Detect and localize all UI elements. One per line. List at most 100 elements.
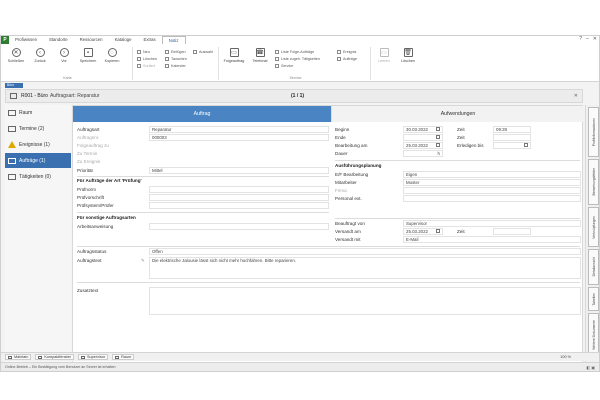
supervisor-button[interactable]: Supervisor xyxy=(77,354,109,360)
start-time-field[interactable]: 09:28 xyxy=(493,126,531,133)
tab-auftrag[interactable]: Auftrag xyxy=(73,106,331,122)
sent-on-field[interactable]: 25.03.2022 xyxy=(403,228,443,235)
service-button[interactable]: Service xyxy=(275,63,293,69)
side-tab-bemerkungsfelder[interactable]: Bemerkungsfelder xyxy=(588,159,599,205)
calendar-button[interactable]: Kalender xyxy=(165,63,186,69)
maintain-button[interactable]: Maintain xyxy=(5,354,32,360)
execution-type-field[interactable]: Eigen xyxy=(403,171,581,178)
divider xyxy=(77,282,580,283)
close-record-icon[interactable]: ✕ xyxy=(574,93,578,99)
end-date-field[interactable] xyxy=(403,134,443,141)
sidebar-item-auftraege[interactable]: Aufträge (1) xyxy=(5,153,71,168)
sent-time-field[interactable] xyxy=(493,228,531,235)
calendar-icon[interactable] xyxy=(524,143,528,147)
order-icon xyxy=(337,57,341,61)
menu-tab-ressourcen[interactable]: Ressourcen xyxy=(74,36,109,44)
insert-button[interactable]: Einfügen xyxy=(165,49,186,55)
calendar-icon[interactable] xyxy=(436,127,440,131)
follow-up-list-button[interactable]: Liste Folge-Aufträge xyxy=(275,49,314,55)
due-date-label: Erledigen bis xyxy=(457,143,484,148)
side-tab-tabellen[interactable]: Tabellen xyxy=(588,287,599,311)
menu-tab-profiwissen[interactable]: Profiwissen xyxy=(9,36,43,44)
clear-button[interactable]: ▭ Leeren xyxy=(373,48,395,68)
menu-tab-kataloge[interactable]: Kataloge xyxy=(109,36,138,44)
menu-tab-notiz[interactable]: Notiz xyxy=(161,36,186,44)
priority-field[interactable]: Mittel xyxy=(149,167,329,174)
event-button[interactable]: Ereignis xyxy=(337,49,356,55)
phone-call-button[interactable]: ☎ Telefonat xyxy=(249,48,271,68)
ribbon-group-label-service: Service xyxy=(289,76,302,80)
inspection-system-field[interactable] xyxy=(149,202,329,209)
compact-window-button[interactable]: Kompaktfenster xyxy=(35,354,74,360)
order-type-field[interactable]: Reparatur xyxy=(149,126,329,133)
maintain-icon xyxy=(8,355,12,359)
ribbon-group-edit: Neu Löschen Sortiert Einfügen Tauschen K… xyxy=(135,47,219,80)
external-staff-label: Personal ext. xyxy=(335,196,362,201)
calendar-icon[interactable] xyxy=(436,229,440,233)
planning-heading: Ausführungsplanung xyxy=(335,163,382,168)
inspection-system-label: Prüfsystem/Prüfer xyxy=(77,203,114,208)
delete-button[interactable]: 🗑 Löschen xyxy=(397,48,419,68)
side-tab-verknuepfungen[interactable]: Verknüpfungen xyxy=(588,207,599,247)
start-date-field[interactable]: 30.03.2022 xyxy=(403,126,443,133)
close-circle-icon: ✕ xyxy=(11,48,21,57)
right-side-tabs: Profilinformationen Bemerkungsfelder Ver… xyxy=(585,105,599,371)
sorted-button[interactable]: Sortiert xyxy=(137,63,155,69)
save-button[interactable]: ▪ Speichern xyxy=(77,48,99,68)
processing-date-label: Bearbeitung am xyxy=(335,143,368,148)
sent-with-field[interactable]: E-Mail xyxy=(403,236,581,243)
minimize-icon[interactable]: – xyxy=(586,36,589,42)
calendar-icon[interactable] xyxy=(436,135,440,139)
back-button[interactable]: ‹ Zurück xyxy=(29,48,51,68)
side-tab-profilinformationen[interactable]: Profilinformationen xyxy=(588,107,599,157)
sent-with-label: Versandt mit xyxy=(335,237,361,242)
zoom-level[interactable]: 100 % xyxy=(560,355,571,359)
work-instruction-field[interactable] xyxy=(149,223,329,230)
due-date-field[interactable] xyxy=(493,142,531,149)
menu-tab-extras[interactable]: Extras xyxy=(138,36,162,44)
side-tab-detailansicht[interactable]: Detailansicht xyxy=(588,249,599,285)
to-appointment-label: Zu Termin xyxy=(77,151,98,156)
close-window-icon[interactable]: ✕ xyxy=(593,36,597,42)
sidebar-item-termine[interactable]: Termine (2) xyxy=(5,121,71,136)
help-icon[interactable]: ? xyxy=(579,36,582,42)
employee-field[interactable]: Muster xyxy=(403,179,581,186)
activity-list-button[interactable]: Liste zugeh. Tätigkeiten xyxy=(275,56,320,62)
application-window: P Profiwissen Standorte Ressourcen Katal… xyxy=(0,35,600,372)
app-logo-icon[interactable]: P xyxy=(1,36,9,44)
sidebar-item-raum[interactable]: Raum xyxy=(5,105,71,120)
service-icon xyxy=(275,64,279,68)
room-button[interactable]: Raum xyxy=(112,354,135,360)
duration-field[interactable]: h xyxy=(403,150,443,157)
calendar-icon[interactable] xyxy=(436,143,440,147)
inspection-rule-field[interactable] xyxy=(149,194,329,201)
ordered-by-field[interactable]: Supervisor xyxy=(403,220,581,227)
selection-button[interactable]: Auswahl xyxy=(193,49,213,55)
external-staff-field[interactable] xyxy=(403,195,581,202)
side-tab-weitere-dokumente[interactable]: Weitere Dokumente xyxy=(588,313,599,357)
inspection-norm-field[interactable] xyxy=(149,186,329,193)
edit-pencil-icon[interactable]: ✎ xyxy=(141,258,145,264)
menu-tab-standorte[interactable]: Standorte xyxy=(43,36,74,44)
additional-text-field[interactable] xyxy=(149,287,581,315)
delete-small-button[interactable]: Löschen xyxy=(137,56,157,62)
sidebar-item-ereignisse[interactable]: Ereignisse (1) xyxy=(5,137,71,152)
tab-aufwendungen[interactable]: Aufwendungen xyxy=(331,106,584,122)
processing-date-field[interactable]: 25.03.2022 xyxy=(403,142,443,149)
priority-label: Priorität xyxy=(77,168,93,173)
room-icon xyxy=(8,109,16,116)
copy-button[interactable]: ◌ Kopieren xyxy=(101,48,123,68)
order-text-field[interactable]: Die elektrische Jalousie lässt sich nich… xyxy=(149,257,581,279)
swap-button[interactable]: Tauschen xyxy=(165,56,187,62)
forward-button[interactable]: › Vor xyxy=(53,48,75,68)
new-button[interactable]: Neu xyxy=(137,49,150,55)
end-time-field[interactable] xyxy=(493,134,531,141)
document-tab-buero[interactable]: Büro xyxy=(5,83,23,88)
ribbon-group-label-karte: Karte xyxy=(63,76,72,80)
follow-up-order-button[interactable]: ▭ Folgeauftrag xyxy=(223,48,245,68)
ordered-by-label: Beauftragt von xyxy=(335,221,365,226)
sidebar-item-taetigkeiten[interactable]: Tätigkeiten (0) xyxy=(5,169,71,184)
close-button[interactable]: ✕ Schließen xyxy=(5,48,27,68)
order-status-field[interactable]: Offen xyxy=(149,248,581,255)
orders-button[interactable]: Aufträge xyxy=(337,56,357,62)
